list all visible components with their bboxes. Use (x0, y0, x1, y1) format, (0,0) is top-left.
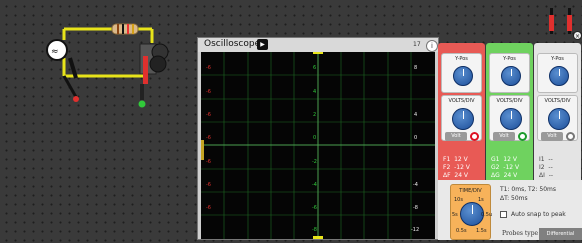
channel1-panel: Y-Pos VOLTS/DIV Volt F1 12 V F2 -12 V ΔF… (438, 43, 485, 186)
right-label-3: 0 (414, 135, 418, 141)
time-div-box: TIME/DIV 10s 1s 5s 0.5u 0.5s 1.5s (450, 184, 493, 240)
time-mark-5: 0.5s (456, 228, 467, 234)
channel2-ypos-box: Y-Pos (489, 53, 530, 93)
left-label-1: -6 (206, 65, 211, 71)
channel1-volts-knob[interactable] (452, 108, 474, 130)
left-label-2: -6 (206, 89, 211, 95)
circuit-diagram: ≈ (46, 23, 169, 108)
channel3-volts-label: VOLTS/DIV (544, 98, 571, 104)
svg-text:≈: ≈ (51, 47, 59, 57)
green-label-7: -6 (312, 205, 317, 211)
channel3-panel: Y-Pos VOLTS/DIV Volt I1 -- I2 -- ΔI -- (534, 43, 581, 186)
time-mark-1: 10s (454, 197, 463, 203)
left-label-7: -6 (206, 205, 211, 211)
oscilloscope-window[interactable]: Oscilloscope ▶ 17 i -6 -6 -6 -6 -6 -6 -6… (197, 37, 439, 240)
time-mark-2: 1s (478, 197, 484, 203)
header-number: 17 (413, 41, 421, 48)
channel3-di: ΔI -- (539, 172, 554, 179)
play-icon[interactable]: ▶ (257, 39, 268, 50)
oscilloscope-titlebar[interactable]: Oscilloscope ▶ 17 i (198, 38, 438, 52)
right-label-1: 8 (414, 65, 418, 71)
auto-snap-checkbox[interactable] (500, 211, 507, 218)
time-delta: ΔT: 50ms (500, 195, 528, 202)
channel3-ypos-knob[interactable] (549, 66, 569, 86)
channel2-g2: G2 -12 V (491, 164, 520, 171)
channel3-volt-button[interactable]: Volt (541, 132, 563, 141)
channel1-ypos-knob[interactable] (453, 66, 473, 86)
channel2-ypos-label: Y-Pos (503, 56, 516, 62)
channel2-volts-box: VOLTS/DIV Volt (489, 95, 530, 141)
time-mark-4: 0.5u (481, 212, 493, 218)
trigger-marker[interactable] (200, 140, 204, 160)
wire-bottom (62, 29, 148, 78)
differential-button[interactable]: Differential (539, 228, 582, 240)
time-cursor[interactable] (313, 50, 323, 54)
channel2-volts-knob[interactable] (500, 108, 522, 130)
channel3-ypos-label: Y-Pos (551, 56, 564, 62)
channel3-record-icon[interactable] (566, 132, 575, 141)
ac-source[interactable]: ≈ (46, 39, 68, 61)
oscilloscope-screen[interactable] (200, 50, 435, 240)
time-mark-6: 1.5s (476, 228, 487, 234)
channel3-ypos-box: Y-Pos (537, 53, 578, 93)
channel3-volts-box: VOLTS/DIV Volt (537, 95, 578, 141)
right-label-2: 4 (414, 112, 418, 118)
left-label-6: -6 (206, 182, 211, 188)
channel2-dg: ΔG 24 V (491, 172, 518, 179)
channel1-volts-label: VOLTS/DIV (448, 98, 475, 104)
time-mark-3: 5s (452, 212, 458, 218)
channel1-ypos-box: Y-Pos (441, 53, 482, 93)
channel1-volt-button[interactable]: Volt (445, 132, 467, 141)
green-label-4: 0 (313, 135, 317, 141)
time-cursor-bottom[interactable] (313, 236, 323, 240)
time-t1t2: T1: 0ms, T2: 50ms (500, 186, 557, 193)
channel2-volt-button[interactable]: Volt (493, 132, 515, 141)
channel3-i1: I1 -- (539, 156, 553, 163)
green-label-1: 6 (313, 65, 317, 71)
left-label-5: -6 (206, 159, 211, 165)
oscilloscope-grid (200, 50, 435, 240)
channel1-volts-box: VOLTS/DIV Volt (441, 95, 482, 141)
channel2-g1: G1 12 V (491, 156, 517, 163)
channel2-record-icon[interactable] (518, 132, 527, 141)
channel1-df: ΔF 24 V (443, 172, 469, 179)
green-label-5: -2 (312, 159, 317, 165)
channel1-f2: F2 -12 V (443, 164, 470, 171)
channel1-record-icon[interactable] (470, 132, 479, 141)
close-icon[interactable]: × (573, 31, 582, 40)
left-label-3: -6 (206, 112, 211, 118)
time-div-label: TIME/DIV (459, 188, 482, 194)
right-label-6: -12 (411, 227, 420, 233)
probes-type-label: Probes type (502, 230, 539, 237)
channel2-ypos-knob[interactable] (501, 66, 521, 86)
green-label-8: -8 (312, 227, 317, 233)
left-label-4: -6 (206, 135, 211, 141)
channel2-volts-label: VOLTS/DIV (496, 98, 523, 104)
info-icon[interactable]: i (426, 40, 438, 52)
auto-snap-label: Auto snap to peak (511, 211, 566, 218)
channel2-panel: Y-Pos VOLTS/DIV Volt G1 12 V G2 -12 V ΔG… (486, 43, 533, 186)
green-label-6: -4 (312, 182, 317, 188)
right-label-4: -4 (413, 182, 418, 188)
channel1-ypos-label: Y-Pos (455, 56, 468, 62)
ground-probe[interactable] (62, 57, 79, 102)
green-label-3: 2 (313, 112, 317, 118)
right-label-5: -8 (413, 205, 418, 211)
wire-top (64, 27, 154, 43)
channel3-i2: I2 -- (539, 164, 553, 171)
channel3-volts-knob[interactable] (548, 108, 570, 130)
channel1-f1: F1 12 V (443, 156, 468, 163)
oscilloscope-title: Oscilloscope (204, 39, 261, 49)
green-label-2: 4 (313, 89, 317, 95)
resistor[interactable] (111, 23, 139, 35)
